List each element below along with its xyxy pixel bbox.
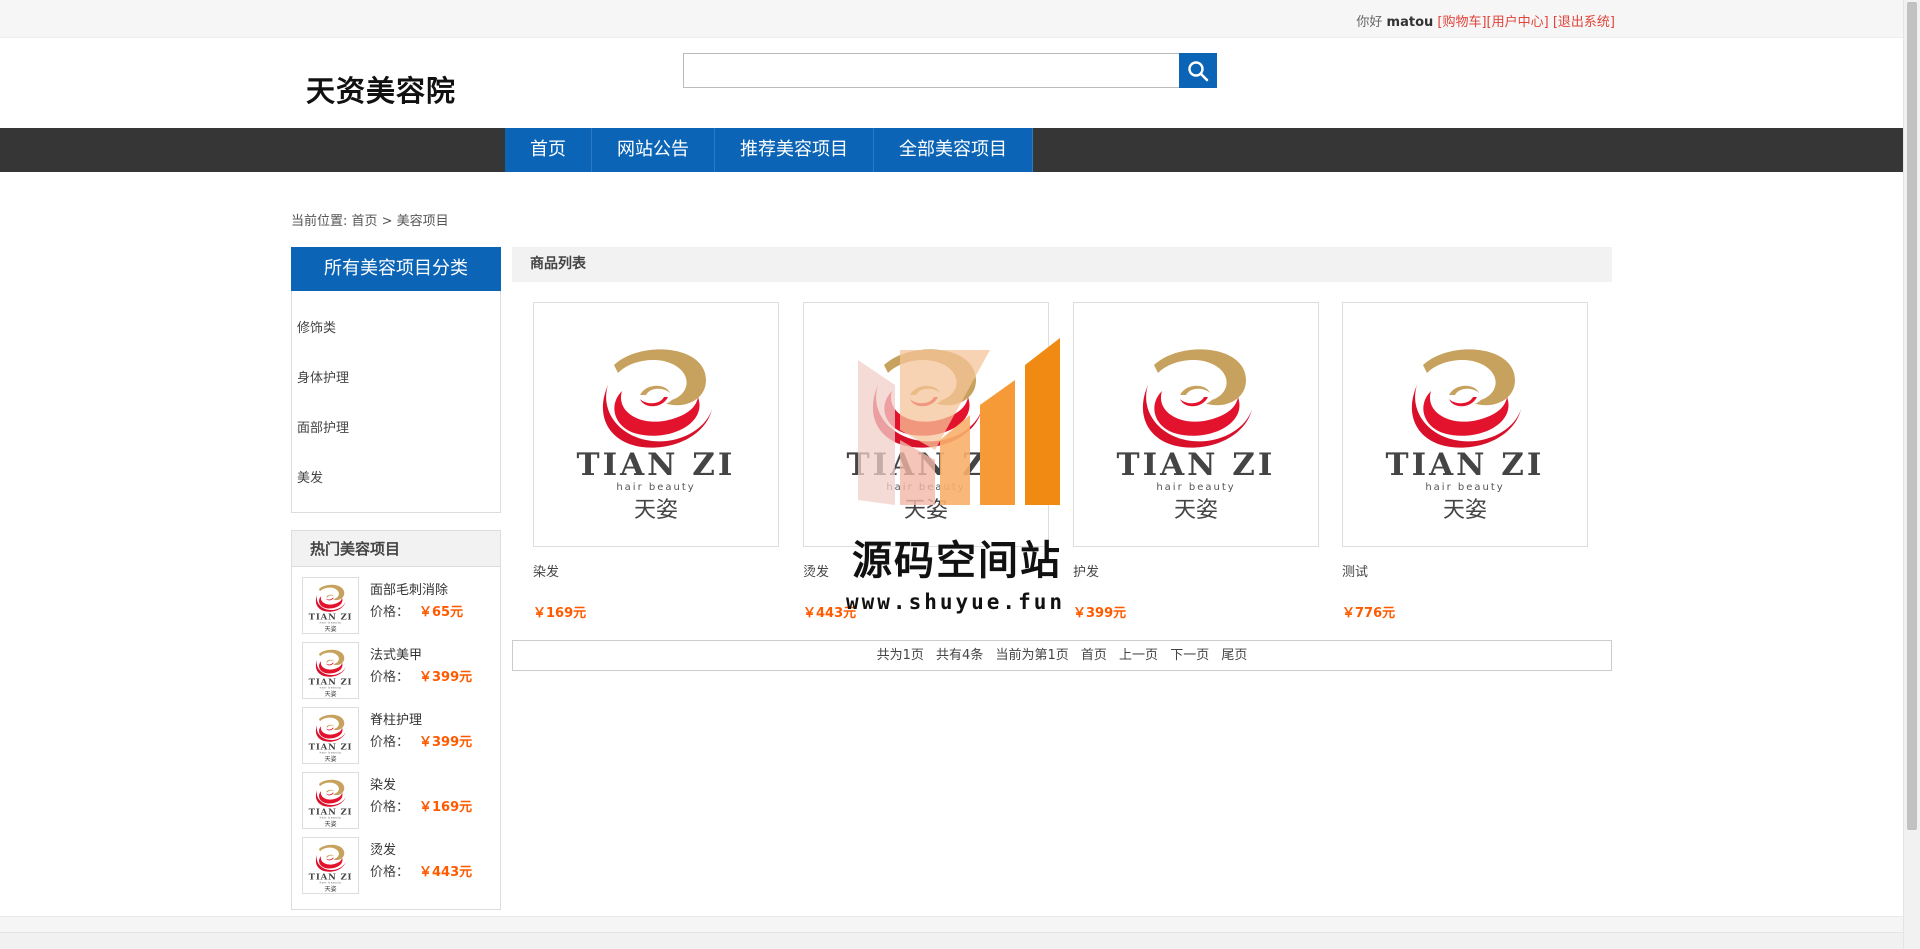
tianzi-logo-icon: TIAN ZI hair beauty 天姿 [309,779,352,828]
search-bar [683,53,1217,88]
hot-item-name[interactable]: 法式美甲 [370,644,422,663]
product-list-title: 商品列表 [512,247,1612,282]
hot-item[interactable]: TIAN ZI hair beauty 天姿 面部毛刺消除 价格： ￥65元 [292,567,500,634]
watermark-url: www.shuyue.fun [846,590,1066,614]
tianzi-logo-icon: TIAN ZI hair beauty 天姿 [577,348,736,523]
user-center-link[interactable]: [用户中心] [1487,15,1549,30]
product-thumbnail[interactable]: TIAN ZI hair beauty 天姿 [302,642,359,699]
product-price: ￥776元 [1342,606,1396,621]
header: 天资美容院 [0,38,1920,128]
greeting-label: 你好 [1356,15,1383,30]
product-image[interactable]: TIAN ZI hair beauty 天姿 [1073,302,1319,547]
tianzi-logo-icon: TIAN ZI hair beauty 天姿 [1386,348,1545,523]
horizontal-scrollbar[interactable] [0,932,1903,949]
pager-total-pages: 共为1页 [876,648,924,663]
nav-all-items[interactable]: 全部美容项目 [874,128,1033,172]
tianzi-logo-icon: TIAN ZI hair beauty 天姿 [309,649,352,698]
hot-item[interactable]: TIAN ZI hair beauty 天姿 法式美甲 价格： ￥399元 [292,632,500,699]
svg-text:hair beauty: hair beauty [1425,482,1504,493]
pager-prev-link[interactable]: 上一页 [1119,648,1158,663]
tianzi-logo-icon: TIAN ZI hair beauty 天姿 [309,714,352,763]
footer-band [0,916,1903,932]
tianzi-logo-icon: TIAN ZI hair beauty 天姿 [1117,348,1276,523]
scroll-thumb[interactable] [1907,2,1917,830]
svg-text:天姿: 天姿 [634,498,678,523]
product-price: ￥399元 [1073,606,1127,621]
hot-items-title: 热门美容项目 [292,531,500,567]
logout-link[interactable]: [退出系统] [1553,15,1615,30]
pager-last-link[interactable]: 尾页 [1221,648,1247,663]
nav-recommended[interactable]: 推荐美容项目 [715,128,874,172]
product-name[interactable]: 护发 [1073,561,1319,580]
svg-text:hair beauty: hair beauty [616,482,695,493]
hot-item-price: 价格： ￥399元 [370,670,473,685]
product-card[interactable]: TIAN ZI hair beauty 天姿 护发 ￥399元 [1073,302,1319,621]
hot-item-price: 价格： ￥65元 [370,605,464,620]
hot-item-name[interactable]: 脊柱护理 [370,709,422,728]
svg-text:TIAN ZI: TIAN ZI [577,447,736,483]
svg-text:hair beauty: hair beauty [320,750,342,754]
hot-item-price: 价格： ￥399元 [370,735,473,750]
product-price: ￥169元 [533,606,587,621]
hot-item-price: 价格： ￥443元 [370,865,473,880]
svg-text:hair beauty: hair beauty [320,815,342,819]
cart-link[interactable]: [购物车] [1437,15,1486,30]
username: matou [1386,15,1434,30]
nav-announcements[interactable]: 网站公告 [592,128,715,172]
breadcrumb: 当前位置: 首页 > 美容项目 [291,214,449,229]
search-button[interactable] [1179,53,1217,88]
vertical-scrollbar[interactable] [1903,0,1920,949]
product-card[interactable]: TIAN ZI hair beauty 天姿 染发 ￥169元 [533,302,779,621]
hot-item-name[interactable]: 染发 [370,774,396,793]
category-panel: 所有美容项目分类 修饰类 身体护理 面部护理 美发 [291,247,501,513]
tianzi-logo-icon: TIAN ZI hair beauty 天姿 [309,844,352,893]
hot-item-name[interactable]: 烫发 [370,839,396,858]
product-image[interactable]: TIAN ZI hair beauty 天姿 [533,302,779,547]
product-name[interactable]: 测试 [1342,561,1588,580]
product-thumbnail[interactable]: TIAN ZI hair beauty 天姿 [302,837,359,894]
product-image[interactable]: TIAN ZI hair beauty 天姿 [1342,302,1588,547]
watermark-text: 源码空间站 [852,538,1062,584]
hot-item-name[interactable]: 面部毛刺消除 [370,579,448,598]
product-name[interactable]: 染发 [533,561,779,580]
svg-text:hair beauty: hair beauty [320,685,342,689]
main-nav: 首页 网站公告 推荐美容项目 全部美容项目 [0,128,1920,172]
tianzi-logo-icon: TIAN ZI hair beauty 天姿 [309,584,352,633]
top-bar: 你好 matou [购物车][用户中心] [退出系统] [0,0,1920,38]
product-thumbnail[interactable]: TIAN ZI hair beauty 天姿 [302,772,359,829]
svg-text:TIAN ZI: TIAN ZI [1386,447,1545,483]
svg-text:天姿: 天姿 [1174,498,1218,523]
product-thumbnail[interactable]: TIAN ZI hair beauty 天姿 [302,707,359,764]
pager-first-link[interactable]: 首页 [1081,648,1107,663]
pagination: 共为1页 共有4条 当前为第1页 首页 上一页 下一页 尾页 [512,640,1612,671]
hot-item-price: 价格： ￥169元 [370,800,473,815]
nav-home[interactable]: 首页 [505,128,592,172]
category-item[interactable]: 面部护理 [292,419,500,469]
site-logo[interactable]: 天资美容院 [306,68,456,110]
category-item[interactable]: 身体护理 [292,369,500,419]
category-title: 所有美容项目分类 [291,247,501,291]
search-icon [1188,60,1209,81]
svg-text:hair beauty: hair beauty [1156,482,1235,493]
user-links: 你好 matou [购物车][用户中心] [退出系统] [1356,11,1615,30]
search-input[interactable] [683,53,1179,88]
product-thumbnail[interactable]: TIAN ZI hair beauty 天姿 [302,577,359,634]
pager-total-items: 共有4条 [936,648,984,663]
pager-next-link[interactable]: 下一页 [1170,648,1209,663]
svg-text:天姿: 天姿 [1443,498,1487,523]
svg-text:TIAN ZI: TIAN ZI [1117,447,1276,483]
svg-text:hair beauty: hair beauty [320,620,342,624]
hot-item[interactable]: TIAN ZI hair beauty 天姿 脊柱护理 价格： ￥399元 [292,697,500,764]
svg-text:天姿: 天姿 [324,885,336,893]
product-card[interactable]: TIAN ZI hair beauty 天姿 测试 ￥776元 [1342,302,1588,621]
hot-item[interactable]: TIAN ZI hair beauty 天姿 烫发 价格： ￥443元 [292,827,500,894]
category-item[interactable]: 美发 [292,469,500,519]
svg-text:hair beauty: hair beauty [320,880,342,884]
pager-current-page: 当前为第1页 [995,648,1069,663]
hot-items-panel: 热门美容项目 TIAN ZI hair beauty 天姿 面部毛刺消除 价格：… [291,530,501,910]
hot-item[interactable]: TIAN ZI hair beauty 天姿 染发 价格： ￥169元 [292,762,500,829]
category-item[interactable]: 修饰类 [292,319,500,369]
